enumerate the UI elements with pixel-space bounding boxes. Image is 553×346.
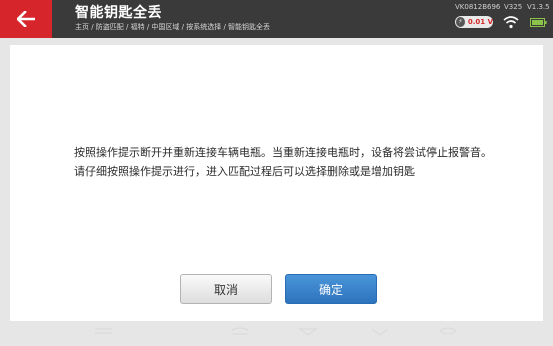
cancel-button[interactable]: 取消	[180, 274, 272, 304]
top-bar: 智能钥匙全丢 主页 / 防盗匹配 / 福特 / 中国区域 / 按系统选择 / 智…	[0, 0, 553, 38]
voltage-value: 0.01 V	[467, 18, 493, 26]
voltage-icon: ⚡	[456, 17, 465, 27]
battery-icon	[530, 18, 547, 27]
device-serial: VK0812B696	[455, 3, 501, 11]
software-version: V325	[504, 3, 523, 11]
confirm-button[interactable]: 确定	[285, 274, 377, 304]
firmware-version: V1.3.5	[527, 3, 550, 11]
page-title: 智能钥匙全丢	[75, 5, 162, 21]
instruction-message: 按照操作提示断开并重新连接车辆电瓶。当重新连接电瓶时，设备将尝试停止报警音。请仔…	[74, 146, 492, 178]
arrow-left-icon	[17, 11, 35, 27]
bottom-nav-ghost	[95, 327, 457, 336]
breadcrumb: 主页 / 防盗匹配 / 福特 / 中国区域 / 按系统选择 / 智能钥匙全丢	[75, 23, 271, 31]
wifi-icon	[503, 16, 519, 29]
back-button[interactable]	[0, 0, 52, 38]
voltage-badge: ⚡ 0.01 V	[455, 16, 493, 28]
dialog-panel: 按照操作提示断开并重新连接车辆电瓶。当重新连接电瓶时，设备将尝试停止报警音。请仔…	[10, 45, 543, 321]
